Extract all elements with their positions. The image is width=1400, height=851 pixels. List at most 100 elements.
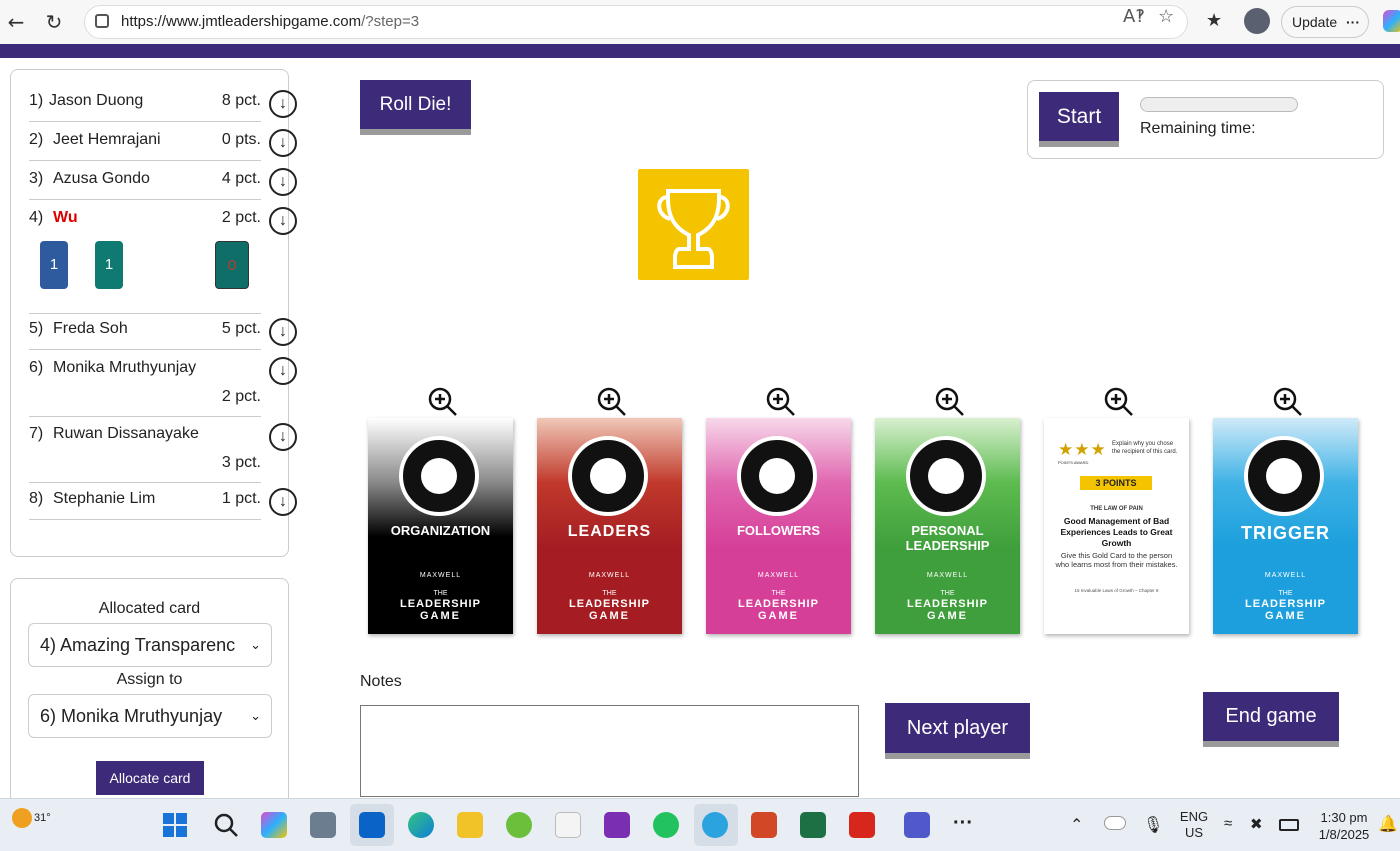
telegram-icon[interactable] [702,812,728,838]
player-points: 5 pct. [222,320,261,338]
card-brand-game: GAME [1213,610,1358,622]
player-name: Monika Mruthyunjay [53,359,196,377]
microphone-icon[interactable]: 🎙 [1143,815,1163,835]
card-brand-leadership: LEADERSHIP [706,598,851,610]
card-brand-maxwell: MAXWELL [706,572,851,579]
allocated-card-select[interactable]: 4) Amazing Transparenc⌄ [28,623,272,667]
whatsapp-icon[interactable] [653,812,679,838]
assign-to-label: Assign to [11,671,288,689]
assign-to-select[interactable]: 6) Monika Mruthyunjay⌄ [28,694,272,738]
players-panel: 1) Jason Duong 8 pct. ↓ 2) Jeet Hemrajan… [10,69,289,557]
gold-card-stars: ★★★ [1058,440,1107,460]
chevron-up-icon[interactable]: ⌃ [1070,815,1083,835]
start-button[interactable]: Start [1039,92,1119,147]
token-card[interactable]: 0 [215,241,249,289]
clock[interactable]: 1:30 pm1/8/2025 [1313,809,1375,843]
card-brand-game: GAME [368,610,513,622]
arrow-down-icon[interactable]: ↓ [269,168,297,196]
player-name: Freda Soh [53,320,128,338]
gold-card-law: THE LAW OF PAIN [1044,506,1189,512]
speaker-mute-icon[interactable]: ✖ [1250,815,1263,833]
leaders-icon [568,436,648,516]
zoom-in-icon[interactable] [766,387,796,417]
timer-progress-bar [1140,97,1298,112]
token-card[interactable]: 1 [95,241,123,289]
calculator-app-icon[interactable] [310,812,336,838]
acrobat-icon[interactable] [849,812,875,838]
battery-icon[interactable] [1279,819,1299,831]
player-row: 8) Stephanie Lim 1 pct. ↓ [29,490,261,520]
onenote-icon[interactable] [604,812,630,838]
copilot-app-icon[interactable] [261,812,287,838]
profile-avatar[interactable] [1244,8,1270,34]
player-name: Ruwan Dissanayake [53,425,199,443]
chevron-down-icon: ⌄ [248,695,261,737]
remaining-time-label: Remaining time: [1140,120,1256,138]
favorite-star-icon[interactable]: ☆ [1158,6,1174,27]
notes-textarea[interactable] [360,705,859,797]
temperature: 31° [34,812,51,824]
card-brand-leadership: LEADERSHIP [875,598,1020,610]
weather-sun-icon [12,808,32,828]
favorites-icon[interactable]: ★ [1206,10,1222,31]
copilot-icon[interactable] [1383,10,1400,32]
arrow-down-icon[interactable]: ↓ [269,318,297,346]
language-indicator[interactable]: ENGUS [1178,809,1210,841]
more-options-icon[interactable]: ··· [1346,7,1360,37]
arrow-down-icon[interactable]: ↓ [269,129,297,157]
zoom-in-icon[interactable] [428,387,458,417]
card-personal-leadership[interactable]: PERSONAL LEADERSHIP MAXWELL THE LEADERSH… [875,418,1020,634]
address-bar[interactable]: https://www.jmtleadershipgame.com/?step=… [84,5,1188,39]
file-explorer-icon[interactable] [457,812,483,838]
notepad-icon[interactable] [555,812,581,838]
player-number: 4) [29,209,43,227]
zoom-in-icon[interactable] [597,387,627,417]
cloud-app-icon[interactable] [506,812,532,838]
edge-icon[interactable] [408,812,434,838]
gold-card-instruction: Give this Gold Card to the person who le… [1054,551,1179,569]
card-title: ORGANIZATION [368,523,513,538]
wifi-icon[interactable]: ≈ [1224,815,1232,832]
player-points: 3 pct. [222,454,261,472]
card-leaders[interactable]: LEADERS MAXWELL THE LEADERSHIP GAME [537,418,682,634]
card-followers[interactable]: FOLLOWERS MAXWELL THE LEADERSHIP GAME [706,418,851,634]
card-gold[interactable]: ★★★ Explain why you chose the recipient … [1044,418,1189,634]
search-icon[interactable] [213,812,239,838]
zoom-in-icon[interactable] [935,387,965,417]
end-game-button[interactable]: End game [1203,692,1339,747]
update-button[interactable]: Update··· [1281,6,1369,38]
read-aloud-icon[interactable]: A‽ [1123,6,1145,27]
teams-icon[interactable] [904,812,930,838]
excel-icon[interactable] [800,812,826,838]
weather-widget[interactable]: 31° [12,808,51,828]
player-row: 3) Azusa Gondo 4 pct. ↓ [29,170,261,200]
arrow-down-icon[interactable]: ↓ [269,357,297,385]
windows-start-icon[interactable] [162,812,188,838]
next-player-button[interactable]: Next player [885,703,1030,759]
zoom-in-icon[interactable] [1104,387,1134,417]
refresh-icon[interactable]: ↻ [40,8,68,36]
trophy-icon [638,169,749,280]
card-organization[interactable]: ORGANIZATION MAXWELL THE LEADERSHIP GAME [368,418,513,634]
roll-die-button[interactable]: Roll Die! [360,80,471,135]
arrow-down-icon[interactable]: ↓ [269,423,297,451]
arrow-down-icon[interactable]: ↓ [269,90,297,118]
powerpoint-icon[interactable] [751,812,777,838]
back-arrow-icon[interactable]: ← [2,8,30,36]
onedrive-icon[interactable] [1104,816,1126,830]
arrow-down-icon[interactable]: ↓ [269,488,297,516]
token-card[interactable]: 1 [40,241,68,289]
allocate-card-button[interactable]: Allocate card [96,761,204,795]
card-brand-leadership: LEADERSHIP [368,598,513,610]
zoom-in-icon[interactable] [1273,387,1303,417]
player-points: 1 pct. [222,490,261,508]
player-number: 8) [29,490,43,508]
card-trigger[interactable]: TRIGGER MAXWELL THE LEADERSHIP GAME [1213,418,1358,634]
organization-icon [399,436,479,516]
notification-bell-icon[interactable]: 🔔 [1378,814,1398,834]
player-row: 6) Monika Mruthyunjay 2 pct. ↓ [29,359,261,417]
more-apps-icon[interactable]: ··· [953,812,973,835]
arrow-down-icon[interactable]: ↓ [269,207,297,235]
outlook-icon[interactable] [359,812,385,838]
card-title: TRIGGER [1213,523,1358,544]
